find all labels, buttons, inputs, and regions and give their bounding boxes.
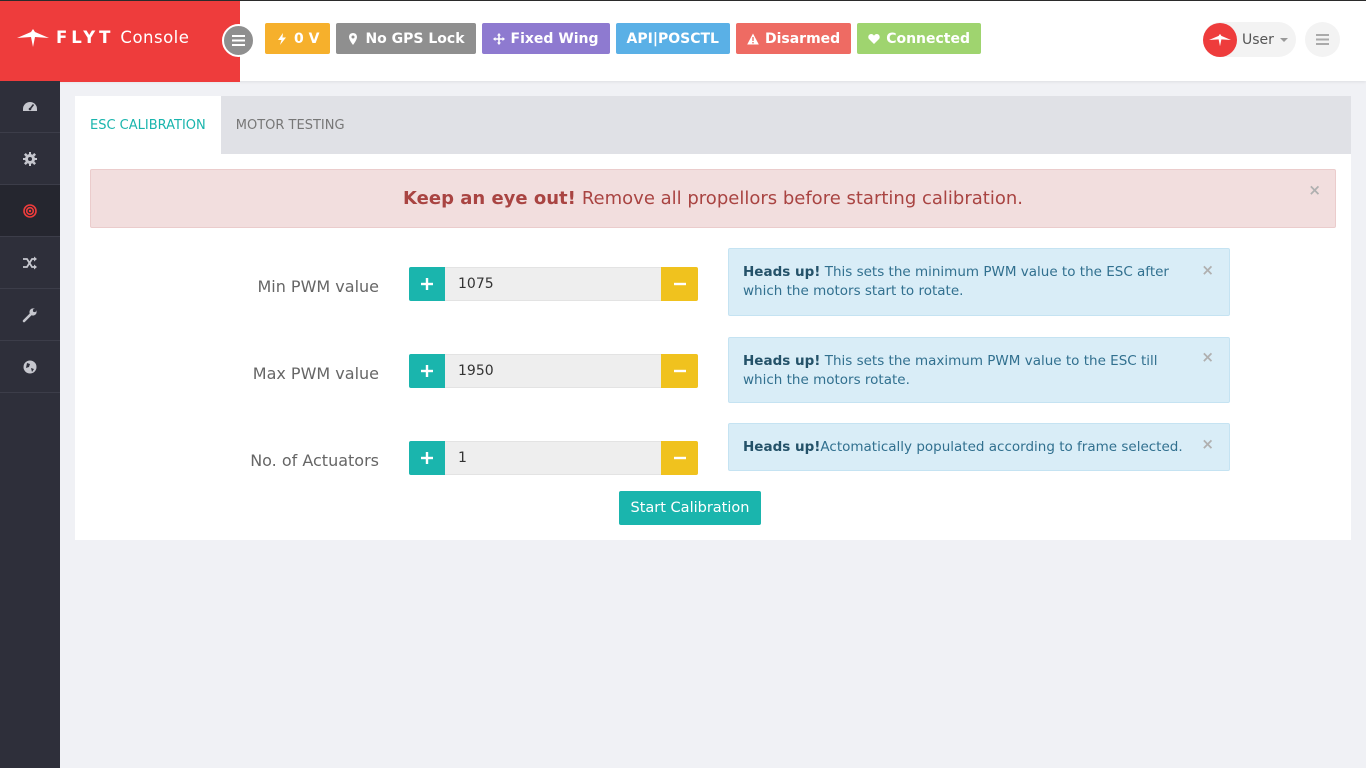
max-pwm-label: Max PWM value xyxy=(252,364,379,383)
info-title: Heads up! xyxy=(743,439,821,455)
battery-voltage-badge: 0 V xyxy=(265,23,331,54)
actuators-info-alert: Heads up!Actomatically populated accordi… xyxy=(728,423,1230,471)
globe-icon xyxy=(23,360,37,373)
right-menu-button[interactable] xyxy=(1305,22,1340,57)
max-pwm-stepper xyxy=(409,354,698,388)
actuators-decrement-button[interactable] xyxy=(661,441,698,475)
close-icon[interactable]: × xyxy=(1201,437,1214,452)
sidebar-item-network[interactable] xyxy=(0,341,60,393)
sidebar xyxy=(0,81,60,768)
sidebar-item-mixer[interactable] xyxy=(0,237,60,289)
tab-esc-calibration[interactable]: ESC CALIBRATION xyxy=(75,96,221,154)
flight-mode-badge: API|POSCTL xyxy=(615,23,730,54)
warning-alert: Keep an eye out! Remove all propellors b… xyxy=(90,169,1336,228)
user-name: User xyxy=(1242,31,1274,48)
min-pwm-decrement-button[interactable] xyxy=(661,267,698,301)
brand-title: FLYT Console xyxy=(56,28,190,47)
hamburger-icon xyxy=(232,35,245,46)
warning-icon xyxy=(747,33,759,44)
close-icon[interactable]: × xyxy=(1201,263,1214,278)
sidebar-item-tools[interactable] xyxy=(0,289,60,341)
info-text: Actomatically populated according to fra… xyxy=(820,439,1183,455)
max-pwm-info-alert: Heads up! This sets the maximum PWM valu… xyxy=(728,337,1230,403)
arm-status-badge: Disarmed xyxy=(735,23,852,54)
actuators-increment-button[interactable] xyxy=(409,441,445,475)
hamburger-icon xyxy=(1316,34,1329,45)
esc-calibration-panel: ESC CALIBRATION MOTOR TESTING Keep an ey… xyxy=(75,96,1351,540)
start-calibration-button[interactable]: Start Calibration xyxy=(619,491,761,525)
map-marker-icon xyxy=(349,32,358,45)
close-icon[interactable]: × xyxy=(1201,350,1214,365)
user-menu[interactable]: User xyxy=(1203,22,1296,57)
max-pwm-decrement-button[interactable] xyxy=(661,354,698,388)
dashboard-icon xyxy=(23,101,37,111)
gps-status-badge: No GPS Lock xyxy=(336,23,476,54)
info-title: Heads up! xyxy=(743,353,821,369)
sidebar-item-dashboard[interactable] xyxy=(0,81,60,133)
warning-title: Keep an eye out! xyxy=(403,188,576,209)
minus-icon xyxy=(673,282,686,286)
close-icon[interactable]: × xyxy=(1308,183,1321,198)
minus-icon xyxy=(673,369,686,373)
wrench-icon xyxy=(22,307,37,322)
max-pwm-increment-button[interactable] xyxy=(409,354,445,388)
plus-icon xyxy=(421,365,433,377)
min-pwm-increment-button[interactable] xyxy=(409,267,445,301)
sidebar-toggle-button[interactable] xyxy=(222,24,255,57)
flyt-logo-icon xyxy=(17,29,49,47)
target-icon xyxy=(23,203,37,218)
plus-icon xyxy=(421,278,433,290)
min-pwm-label: Min PWM value xyxy=(257,277,379,296)
top-bar: FLYT Console 0 V No GPS Lock Fixed Wing A… xyxy=(0,0,1366,82)
connection-status-badge: Connected xyxy=(857,23,982,54)
actuators-stepper xyxy=(409,441,698,475)
sidebar-item-settings[interactable] xyxy=(0,133,60,185)
caret-down-icon xyxy=(1279,37,1288,42)
min-pwm-input[interactable] xyxy=(445,267,661,301)
min-pwm-info-alert: Heads up! This sets the minimum PWM valu… xyxy=(728,248,1230,316)
max-pwm-input[interactable] xyxy=(445,354,661,388)
tab-motor-testing[interactable]: MOTOR TESTING xyxy=(221,96,360,154)
bolt-icon xyxy=(278,32,286,45)
tab-bar: ESC CALIBRATION MOTOR TESTING xyxy=(75,96,1351,154)
frame-type-badge: Fixed Wing xyxy=(481,23,610,54)
min-pwm-stepper xyxy=(409,267,698,301)
minus-icon xyxy=(673,456,686,460)
flyt-avatar-icon xyxy=(1209,33,1231,46)
gear-icon xyxy=(23,151,37,166)
sidebar-item-calibration[interactable] xyxy=(0,185,60,237)
warning-text: Remove all propellors before starting ca… xyxy=(581,188,1023,209)
shuffle-icon xyxy=(23,256,37,269)
avatar xyxy=(1203,22,1237,57)
actuators-input[interactable] xyxy=(445,441,661,475)
arrows-move-icon xyxy=(492,32,505,45)
actuators-label: No. of Actuators xyxy=(250,451,379,470)
info-title: Heads up! xyxy=(743,264,821,280)
brand[interactable]: FLYT Console xyxy=(0,1,240,82)
heart-icon xyxy=(868,33,880,44)
plus-icon xyxy=(421,452,433,464)
status-badges: 0 V No GPS Lock Fixed Wing API|POSCTL Di… xyxy=(265,23,982,54)
